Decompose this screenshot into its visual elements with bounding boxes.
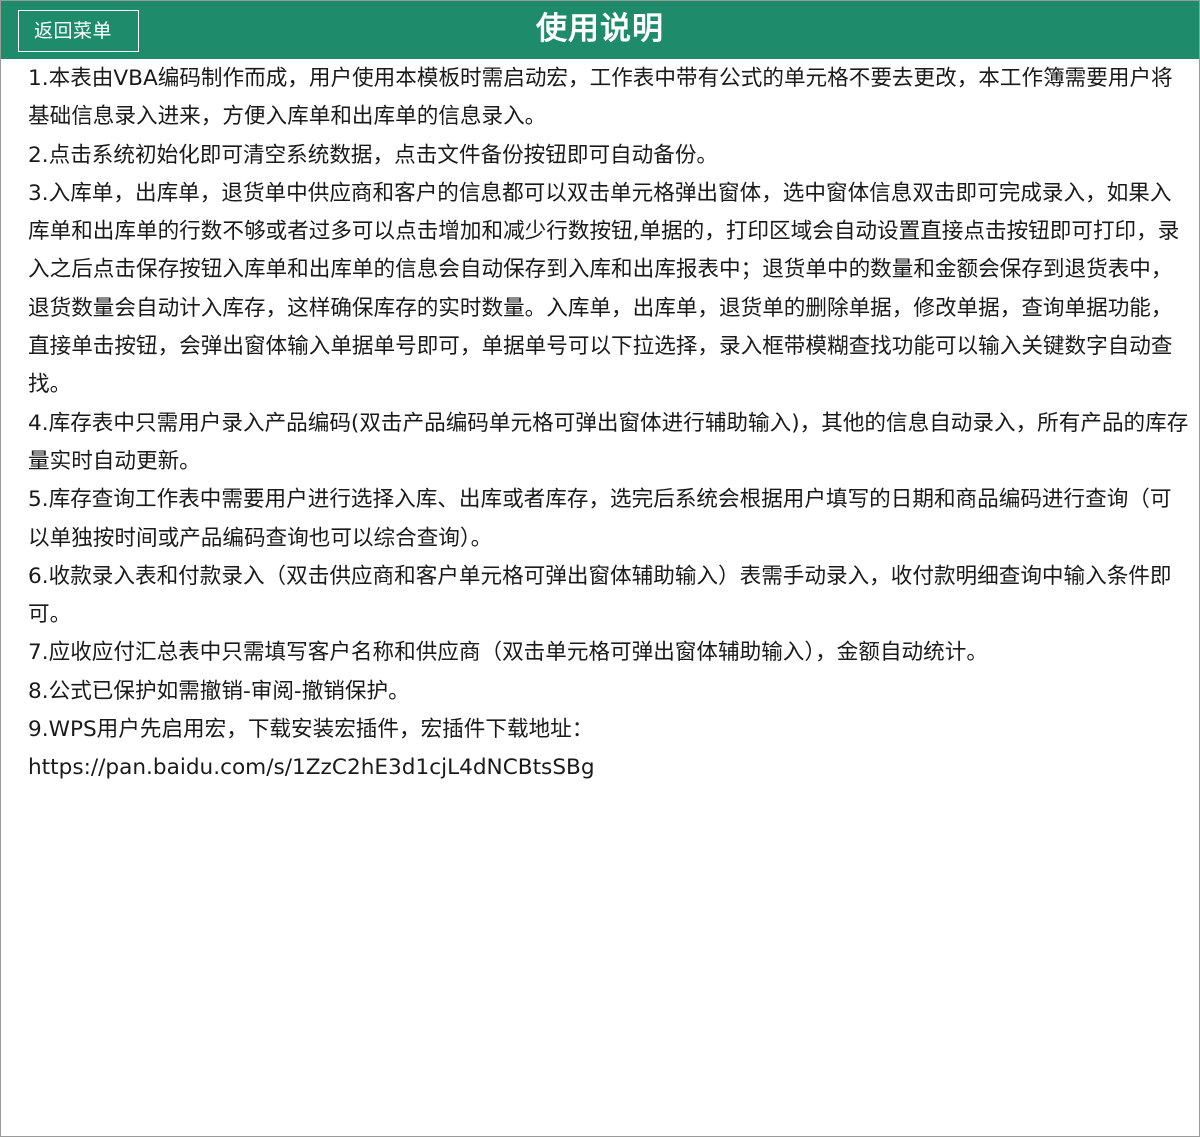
instruction-item-6: 6.收款录入表和付款录入（双击供应商和客户单元格可弹出窗体辅助输入）表需手动录入… — [28, 563, 1172, 628]
back-to-menu-button[interactable]: 返回菜单 — [18, 10, 139, 52]
instructions-body: 1.本表由VBA编码制作而成，用户使用本模板时需启动宏，工作表中带有公式的单元格… — [28, 60, 1191, 788]
header-bar: 使用说明 返回菜单 — [1, 1, 1199, 59]
instructions-window: 使用说明 返回菜单 1.本表由VBA编码制作而成，用户使用本模板时需启动宏，工作… — [0, 0, 1200, 1137]
download-url-text: https://pan.baidu.com/s/1ZzC2hE3d1cjL4dN… — [28, 755, 595, 781]
page-title: 使用说明 — [536, 11, 664, 47]
instruction-item-1: 1.本表由VBA编码制作而成，用户使用本模板时需启动宏，工作表中带有公式的单元格… — [28, 66, 1173, 130]
instruction-item-3: 3.入库单，出库单，退货单中供应商和客户的信息都可以双击单元格弹出窗体，选中窗体… — [28, 180, 1180, 398]
instruction-item-8: 8.公式已保护如需撤销-审阅-撤销保护。 — [28, 678, 410, 704]
instruction-item-4: 4.库存表中只需用户录入产品编码(双击产品编码单元格可弹出窗体进行辅助输入)，其… — [28, 410, 1189, 474]
instruction-item-5: 5.库存查询工作表中需要用户进行选择入库、出库或者库存，选完后系统会根据用户填写… — [28, 487, 1172, 551]
instruction-item-2: 2.点击系统初始化即可清空系统数据，点击文件备份按钮即可自动备份。 — [28, 142, 719, 168]
instruction-item-7: 7.应收应付汇总表中只需填写客户名称和供应商（双击单元格可弹出窗体辅助输入），金… — [28, 640, 988, 666]
instruction-item-9: 9.WPS用户先启用宏，下载安装宏插件，宏插件下载地址： — [28, 717, 594, 743]
